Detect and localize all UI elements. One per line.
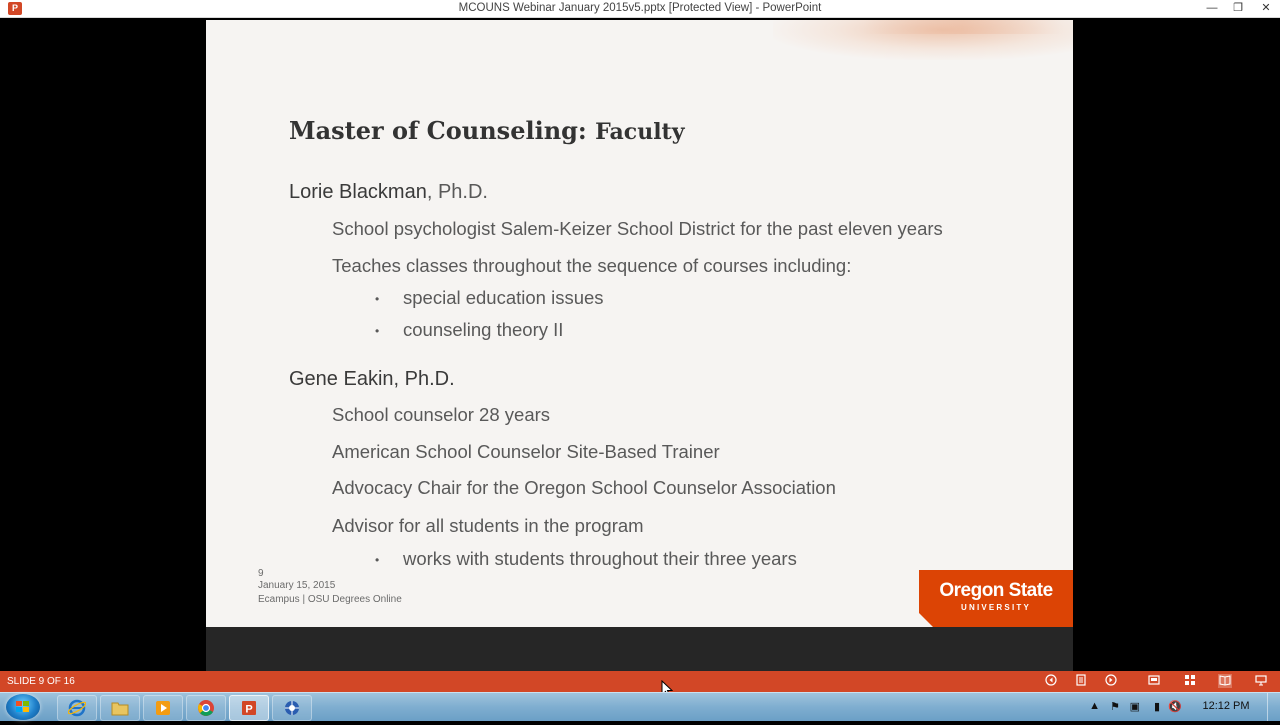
bullet-icon: • [375,292,380,306]
action-center-flag-icon[interactable]: ⚑ [1110,700,1120,713]
show-desktop-button[interactable] [1267,693,1280,721]
slide-canvas: Master of Counseling: Faculty Lorie Blac… [206,20,1073,627]
decorative-watercolor-strip [863,20,1063,34]
faculty-detail: School counselor 28 years [332,404,551,425]
faculty-name-1: Lorie Blackman, Ph.D. [289,181,488,204]
notes-icon[interactable] [1074,674,1088,688]
slide-title-sub: Faculty [595,119,685,145]
reading-view-icon[interactable] [1218,674,1232,688]
oregon-state-logo: Oregon State UNIVERSITY [919,570,1073,627]
slideshow-icon[interactable] [1254,674,1268,688]
notes-pane-edge [206,627,1073,671]
internet-explorer-icon[interactable] [57,695,97,721]
chrome-icon[interactable] [186,695,226,721]
bullet-icon: • [375,553,380,567]
window-title: MCOUNS Webinar January 2015v5.pptx [Prot… [458,2,822,14]
faculty-name-2: Gene Eakin, Ph.D. [289,368,455,390]
start-button[interactable] [6,694,40,720]
volume-muted-icon[interactable]: 🔇 [1168,700,1182,713]
slide-count: SLIDE 9 OF 16 [7,676,75,687]
faculty-credential: , Ph.D. [426,181,488,203]
faculty-detail: Advisor for all students in the program [332,515,644,536]
logo-line-1: Oregon State [939,580,1053,601]
network-icon[interactable]: ▮ [1154,700,1160,713]
slide-number: 9 [258,568,264,579]
slide-stage: Master of Counseling: Faculty Lorie Blac… [0,18,1280,671]
faculty-detail: American School Counselor Site-Based Tra… [332,441,720,462]
window-title-bar: P MCOUNS Webinar January 2015v5.pptx [Pr… [0,0,1280,18]
close-button[interactable]: ✕ [1252,0,1280,17]
devices-icon[interactable]: ▣ [1130,700,1140,713]
next-icon[interactable] [1104,674,1118,688]
faculty-bullet: special education issues [403,287,604,308]
minimize-button[interactable]: — [1198,0,1226,17]
windows-logo-icon [16,701,29,712]
faculty-detail: Teaches classes throughout the sequence … [332,255,852,276]
previous-icon[interactable] [1044,674,1058,688]
restore-button[interactable]: ❐ [1224,0,1252,17]
faculty-bullet: works with students throughout their thr… [403,548,797,569]
faculty-bullet: counseling theory II [403,319,564,340]
network-app-icon[interactable] [272,695,312,721]
slide-title: Master of Counseling: Faculty [289,116,685,145]
faculty-detail: School psychologist Salem-Keizer School … [332,218,943,239]
logo-fold [919,613,933,627]
faculty-detail: Advocacy Chair for the Oregon School Cou… [332,477,836,498]
svg-text:P: P [245,704,252,716]
system-clock[interactable]: 12:12 PM [1196,700,1256,712]
slide-title-main: Master of Counseling: [289,116,596,145]
taskbar: P ▲ ⚑ ▣ ▮ 🔇 12:12 PM [0,692,1280,721]
status-bar: SLIDE 9 OF 16 [0,671,1280,692]
media-player-icon[interactable] [143,695,183,721]
powerpoint-icon[interactable]: P [229,695,269,721]
faculty-name-text: Lorie Blackman [289,181,427,203]
show-hidden-icons[interactable]: ▲ [1089,700,1100,712]
file-explorer-icon[interactable] [100,695,140,721]
slide-sorter-icon[interactable] [1183,674,1197,688]
normal-view-icon[interactable] [1147,674,1161,688]
slide-footer-org: Ecampus | OSU Degrees Online [258,594,402,605]
slide-date: January 15, 2015 [258,580,336,591]
logo-line-2: UNIVERSITY [960,603,1031,612]
bullet-icon: • [375,324,380,338]
